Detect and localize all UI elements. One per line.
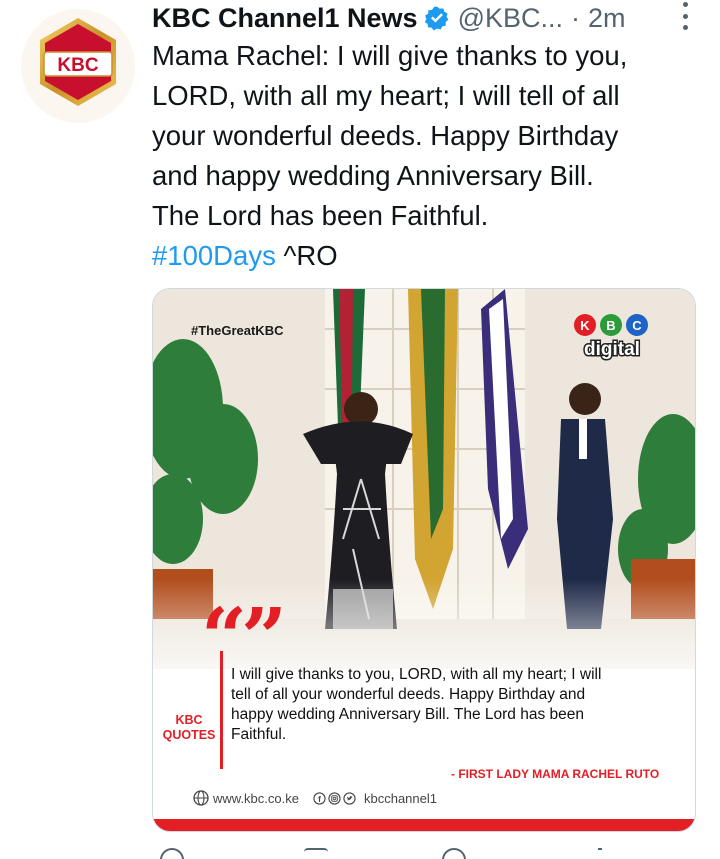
quote-line: Faithful. xyxy=(231,726,287,743)
display-name[interactable]: KBC Channel1 News xyxy=(152,3,418,34)
kbc-logo: KBC xyxy=(21,9,135,123)
tweet-line: LORD, with all my heart; I will tell of … xyxy=(152,80,620,111)
retweet-icon[interactable] xyxy=(304,848,328,859)
quote-divider xyxy=(220,651,223,769)
tweet-line-hashtag: #100Days ^RO xyxy=(152,236,712,276)
tweet-media[interactable]: #TheGreatKBC K B C digital “” KBC QUOTES… xyxy=(152,288,696,832)
like-icon[interactable] xyxy=(442,848,466,859)
timestamp[interactable]: 2m xyxy=(588,3,626,34)
verified-badge-icon xyxy=(424,6,448,31)
tweet-line: Mama Rachel: I will give thanks to you, xyxy=(152,40,628,71)
quote-line: happy wedding Anniversary Bill. The Lord… xyxy=(231,706,584,723)
twitter-icon xyxy=(343,791,356,805)
author-handle[interactable]: @KBC... xyxy=(458,3,563,34)
facebook-icon: f xyxy=(313,791,326,805)
tweet-actions xyxy=(152,848,672,859)
share-icon[interactable] xyxy=(598,848,602,859)
kbc-digital-logo: K B C digital xyxy=(574,314,648,361)
more-options-icon[interactable] xyxy=(680,2,690,30)
tweet-line: and happy wedding Anniversary Bill. xyxy=(152,160,594,191)
quote-line: I will give thanks to you, LORD, with al… xyxy=(231,666,602,683)
hashtag-link[interactable]: #100Days xyxy=(152,240,276,271)
tweet-line: your wonderful deeds. Happy Birthday xyxy=(152,120,619,151)
campaign-tag: #TheGreatKBC xyxy=(191,323,284,338)
instagram-icon xyxy=(328,791,341,805)
tweet-header: KBC Channel1 News @KBC... · 2m xyxy=(152,0,712,36)
globe-icon xyxy=(193,790,209,806)
media-footer: www.kbc.co.ke f kbcchannel1 xyxy=(193,789,437,807)
svg-text:digital: digital xyxy=(584,339,640,360)
tweet-text: Mama Rachel: I will give thanks to you, … xyxy=(152,36,712,276)
quote-attribution: - FIRST LADY MAMA RACHEL RUTO xyxy=(451,767,660,781)
kbc-quotes-label: KBC QUOTES xyxy=(159,713,219,743)
quote-body: I will give thanks to you, LORD, with al… xyxy=(231,665,687,745)
svg-text:K: K xyxy=(580,318,590,333)
side-label-quotes: QUOTES xyxy=(162,728,216,742)
tweet-line: The Lord has been Faithful. xyxy=(152,200,489,231)
svg-text:C: C xyxy=(632,318,642,333)
svg-text:f: f xyxy=(318,793,321,803)
avatar[interactable]: KBC xyxy=(20,8,136,124)
red-footer-band xyxy=(153,819,695,831)
reply-icon[interactable] xyxy=(160,848,184,859)
social-icons: f xyxy=(313,791,358,805)
social-handle: kbcchannel1 xyxy=(363,790,437,806)
signature: ^RO xyxy=(275,240,338,271)
svg-text:KBC: KBC xyxy=(57,55,98,76)
svg-text:B: B xyxy=(606,318,615,333)
quote-line: tell of all your wonderful deeds. Happy … xyxy=(231,686,586,703)
website-url: www.kbc.co.ke xyxy=(213,790,299,806)
side-label-kbc: KBC xyxy=(175,713,203,727)
separator-dot: · xyxy=(571,2,580,33)
